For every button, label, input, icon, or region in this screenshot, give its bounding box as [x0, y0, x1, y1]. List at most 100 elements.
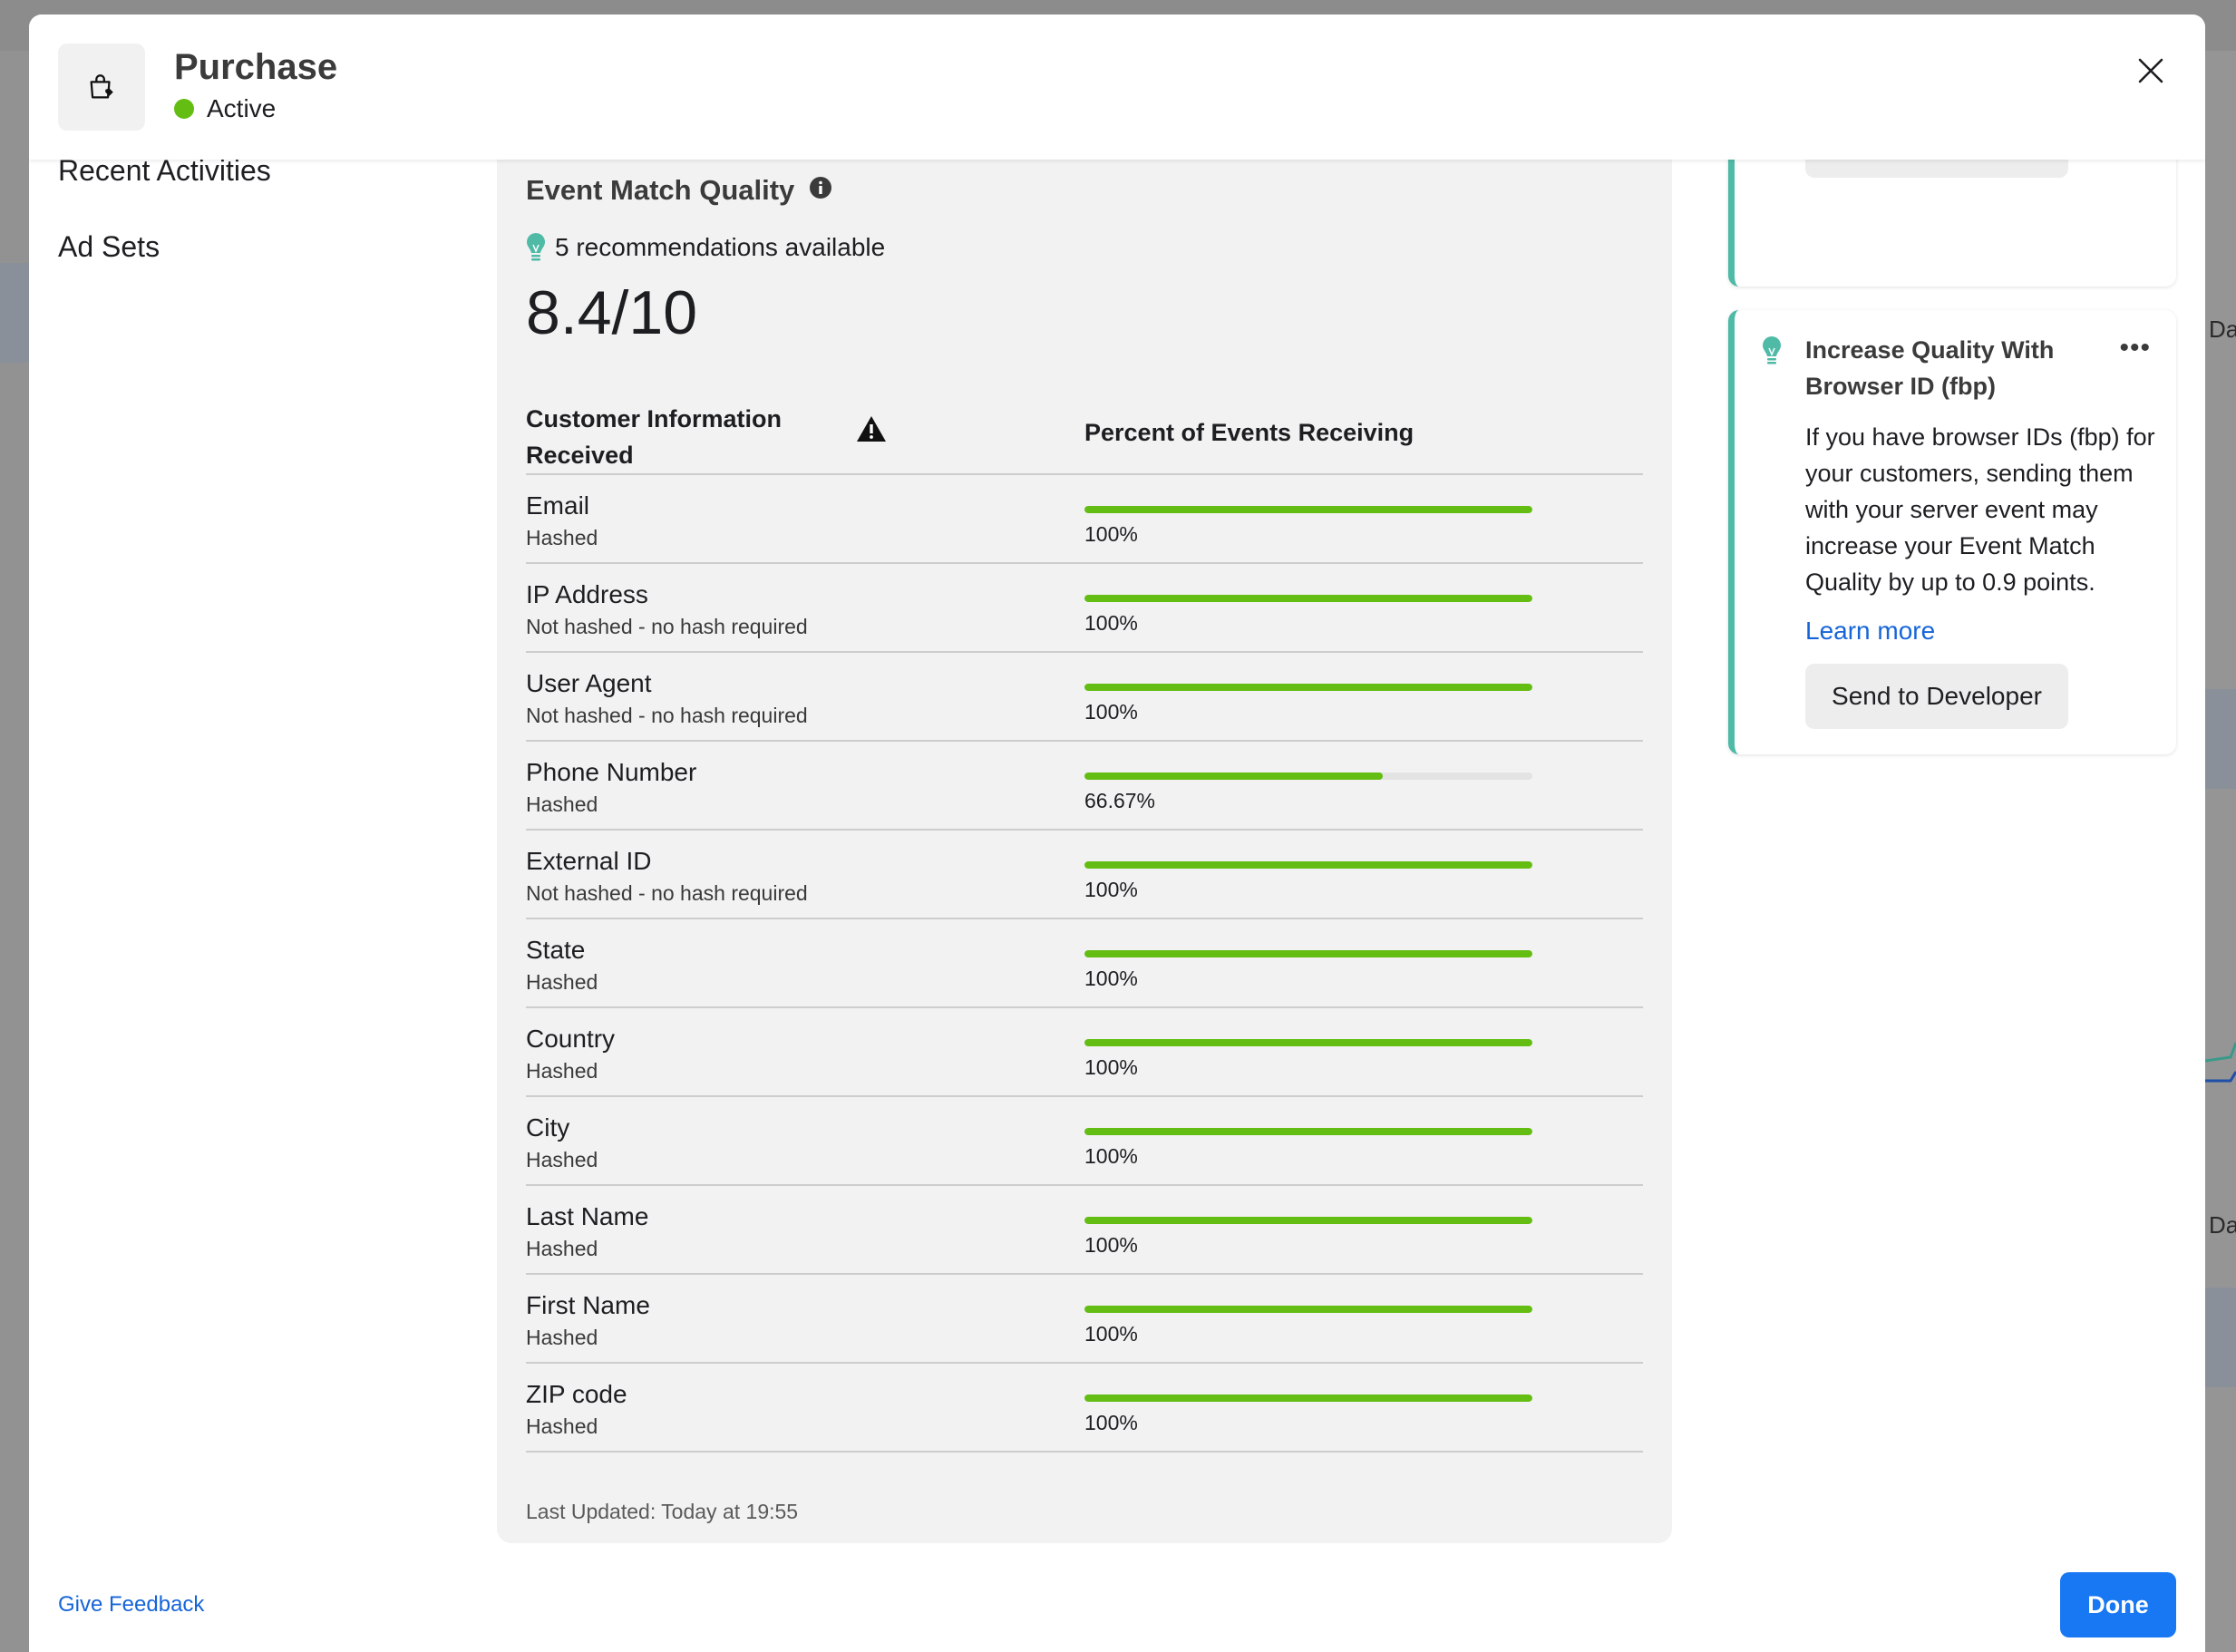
- last-updated: Last Updated: Today at 19:55: [526, 1500, 799, 1523]
- background-band: [0, 263, 29, 363]
- hash-status: Hashed: [526, 1414, 598, 1438]
- status-indicator: Active: [174, 94, 276, 123]
- percent-label: 100%: [1084, 967, 1138, 990]
- give-feedback-link[interactable]: Give Feedback: [58, 1592, 204, 1618]
- card-title: Increase Quality With Browser ID (fbp): [1805, 336, 2055, 400]
- event-icon-box: [58, 44, 145, 131]
- progress-bar-fill: [1084, 950, 1532, 957]
- background-label: Da: [2209, 1211, 2236, 1239]
- field-name: Country: [526, 1025, 616, 1053]
- hash-status: Hashed: [526, 1237, 598, 1260]
- progress-bar: [1084, 506, 1532, 513]
- warning-icon[interactable]: [856, 415, 887, 442]
- table-header: Customer Information Received Percent of…: [526, 392, 1643, 475]
- column-header-customer-info: Customer Information Received: [526, 405, 783, 469]
- progress-bar-fill: [1084, 1039, 1532, 1046]
- learn-more-link[interactable]: Learn more: [1805, 617, 1935, 646]
- event-title: Purchase: [174, 47, 338, 87]
- table-row: External ID Not hashed - no hash required…: [526, 831, 1643, 919]
- table-row: User Agent Not hashed - no hash required 1…: [526, 653, 1643, 742]
- field-name: User Agent: [526, 669, 652, 697]
- field-name: External ID: [526, 847, 652, 875]
- status-text: Active: [207, 94, 277, 122]
- hash-status: Not hashed - no hash required: [526, 615, 808, 638]
- progress-bar: [1084, 1128, 1532, 1135]
- percent-label: 66.67%: [1084, 789, 1156, 812]
- customer-info-table: Customer Information Received Percent of…: [526, 392, 1643, 1453]
- percent-label: 100%: [1084, 1144, 1138, 1168]
- info-icon[interactable]: [809, 176, 832, 199]
- table-row: Country Hashed 100%: [526, 1008, 1643, 1097]
- lightbulb-icon: [527, 233, 545, 261]
- field-name: Last Name: [526, 1202, 649, 1230]
- nav-item-ad-sets[interactable]: Ad Sets: [58, 230, 160, 264]
- column-header-percent: Percent of Events Receiving: [1084, 419, 1415, 446]
- progress-bar: [1084, 861, 1532, 869]
- background-band: [2205, 1288, 2236, 1387]
- status-dot: [174, 99, 194, 119]
- progress-bar-fill: [1084, 861, 1532, 869]
- table-row: State Hashed 100%: [526, 919, 1643, 1008]
- percent-label: 100%: [1084, 878, 1138, 901]
- field-name: First Name: [526, 1291, 650, 1319]
- table-row: Phone Number Hashed 66.67%: [526, 742, 1643, 831]
- modal-header: Purchase Active: [29, 15, 2205, 160]
- percent-label: 100%: [1084, 700, 1138, 724]
- send-to-developer-button[interactable]: Send to Developer: [1805, 664, 2068, 729]
- field-name: Email: [526, 491, 590, 520]
- table-row: City Hashed 100%: [526, 1097, 1643, 1186]
- shopping-bag-icon: [90, 74, 113, 99]
- hash-status: Not hashed - no hash required: [526, 881, 808, 905]
- field-name: City: [526, 1113, 570, 1142]
- progress-bar-fill: [1084, 1306, 1532, 1313]
- hash-status: Hashed: [526, 526, 598, 549]
- progress-bar: [1084, 1039, 1532, 1046]
- background-label: Da: [2209, 316, 2236, 343]
- close-icon: [2138, 58, 2163, 83]
- field-name: State: [526, 936, 586, 964]
- event-match-quality-panel: Event Match Quality 5 recommendations av…: [497, 96, 1672, 1543]
- lightbulb-icon: [1763, 336, 1781, 364]
- progress-bar-fill: [1084, 595, 1532, 602]
- percent-label: 100%: [1084, 1055, 1138, 1079]
- field-name: Phone Number: [526, 758, 697, 786]
- hash-status: Hashed: [526, 792, 598, 816]
- emq-title: Event Match Quality: [526, 174, 795, 206]
- progress-bar-fill: [1084, 1217, 1532, 1224]
- progress-bar-fill: [1084, 1128, 1532, 1135]
- percent-label: 100%: [1084, 1322, 1138, 1346]
- hash-status: Hashed: [526, 1148, 598, 1171]
- table-row: Last Name Hashed 100%: [526, 1186, 1643, 1275]
- background-app-right: [2205, 51, 2236, 1652]
- progress-bar-fill: [1084, 684, 1532, 691]
- hash-status: Hashed: [526, 1059, 598, 1083]
- close-button[interactable]: [2131, 51, 2171, 91]
- progress-bar-fill: [1084, 506, 1532, 513]
- recommendations-text: 5 recommendations available: [555, 233, 886, 261]
- card-body: If you have browser IDs (fbp) for your c…: [1805, 423, 2155, 596]
- progress-bar-fill: [1084, 773, 1384, 780]
- percent-label: 100%: [1084, 522, 1138, 546]
- emq-score: 8.4/10: [526, 278, 698, 347]
- progress-bar: [1084, 950, 1532, 957]
- event-details-modal: Purchase Active Recent Activities Ad Set…: [29, 15, 2205, 1652]
- background-band: [2205, 689, 2236, 789]
- percent-label: 100%: [1084, 1233, 1138, 1257]
- progress-bar: [1084, 595, 1532, 602]
- progress-bar: [1084, 1217, 1532, 1224]
- table-row: IP Address Not hashed - no hash required 1…: [526, 564, 1643, 653]
- progress-bar: [1084, 684, 1532, 691]
- background-chart-line: [2205, 1042, 2236, 1083]
- hash-status: Hashed: [526, 1326, 598, 1349]
- hash-status: Not hashed - no hash required: [526, 704, 808, 727]
- table-row: First Name Hashed 100%: [526, 1275, 1643, 1364]
- recommendations-count[interactable]: 5 recommendations available: [526, 232, 885, 263]
- done-button[interactable]: Done: [2060, 1572, 2176, 1637]
- hash-status: Hashed: [526, 970, 598, 994]
- progress-bar: [1084, 773, 1532, 780]
- table-row: ZIP code Hashed 100%: [526, 1364, 1643, 1453]
- progress-bar: [1084, 1394, 1532, 1402]
- progress-bar-fill: [1084, 1394, 1532, 1402]
- more-options-icon[interactable]: •••: [2119, 335, 2151, 362]
- progress-bar: [1084, 1306, 1532, 1313]
